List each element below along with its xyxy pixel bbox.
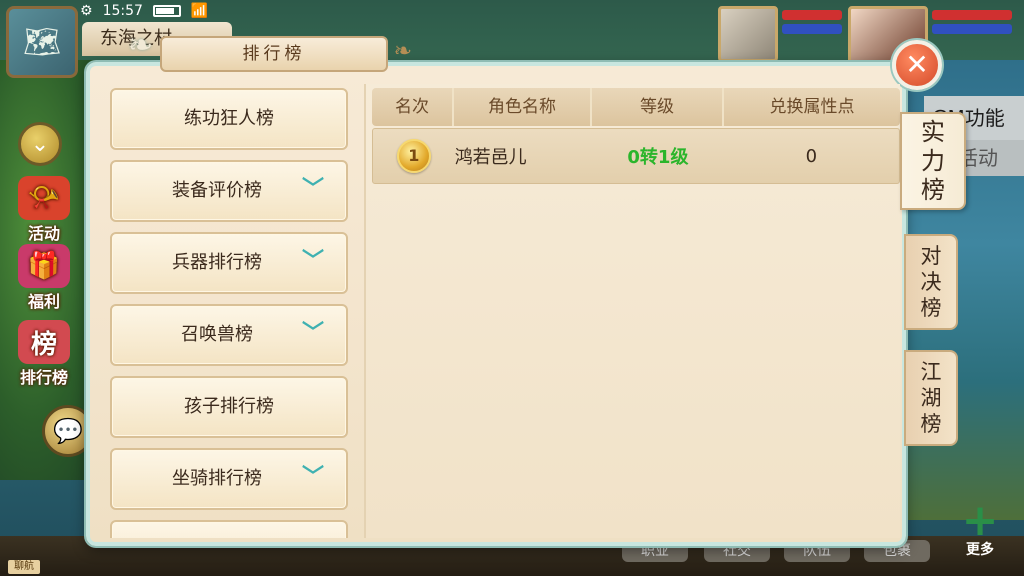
welfare-label: 福利 [27, 292, 60, 311]
plus-icon: + [961, 495, 999, 546]
pet-avatar[interactable] [718, 6, 778, 62]
column-header-rank: 名次 [372, 88, 454, 126]
horn-icon: 📯 [18, 176, 70, 220]
tab-label: 对决榜 [920, 244, 942, 320]
category-item-mount[interactable]: 坐骑排行榜 ﹀ [110, 448, 348, 510]
column-header-points: 兑换属性点 [769, 97, 855, 117]
category-item-child[interactable]: 孩子排行榜 [110, 376, 348, 438]
wifi-icon: 📶 [190, 3, 209, 19]
tab-strength[interactable]: 实力榜 [900, 112, 966, 210]
category-item-weapon[interactable]: 兵器排行榜 ﹀ [110, 232, 348, 294]
category-list: 练功狂人榜 装备评价榜 ﹀ 兵器排行榜 ﹀ 召唤兽榜 ﹀ 孩子排行榜 坐骑排行榜… [110, 88, 350, 538]
pet-status-bars [782, 10, 842, 34]
rank-cell: 1 [373, 139, 455, 173]
player-points: 0 [805, 145, 818, 167]
category-label: 孩子排行榜 [184, 396, 274, 417]
map-icon[interactable]: 🗺 [6, 6, 78, 78]
hero-status-bars [932, 10, 1012, 34]
more-label: 更多 [966, 542, 994, 558]
ranking-table: 名次 角色名称 等级 兑换属性点 1 鸿若邑儿 0转1级 0 [364, 84, 900, 538]
category-item-training[interactable]: 练功狂人榜 [110, 88, 348, 150]
table-row[interactable]: 1 鸿若邑儿 0转1级 0 [372, 128, 900, 184]
collapse-toggle-icon[interactable]: ⌄ [18, 122, 62, 166]
activity-button[interactable]: 📯 活动 [8, 172, 80, 244]
category-item-partial[interactable] [110, 520, 348, 538]
chevron-down-icon[interactable]: ﹀ [300, 467, 326, 489]
tab-label: 江湖榜 [920, 360, 942, 436]
category-label: 兵器排行榜 [172, 252, 262, 273]
level-text: 0转1级 [627, 147, 689, 168]
player-level: 0转1级 [592, 143, 724, 169]
settings-icon[interactable]: ⚙ [80, 3, 93, 19]
more-button[interactable]: + 更多 [950, 495, 1010, 560]
category-label: 坐骑排行榜 [172, 468, 262, 489]
tab-label: 实力榜 [921, 117, 945, 204]
corner-tag: 聊航 [8, 560, 40, 574]
chevron-down-icon[interactable]: ﹀ [300, 179, 326, 201]
column-header-name: 角色名称 [454, 88, 592, 126]
battery-icon [152, 5, 181, 17]
column-header-level: 等级 [592, 88, 724, 126]
player-name: 鸿若邑儿 [454, 147, 527, 168]
gold-medal-icon: 1 [396, 139, 431, 173]
category-label: 练功狂人榜 [184, 108, 274, 129]
category-item-equipment[interactable]: 装备评价榜 ﹀ [110, 160, 348, 222]
ranking-icon: 榜 [18, 320, 70, 364]
chevron-down-icon[interactable]: ﹀ [300, 323, 326, 345]
close-icon[interactable]: ✕ [892, 40, 942, 90]
gift-icon: 🎁 [18, 244, 70, 288]
panel-title: 排行榜 [128, 30, 416, 72]
table-header: 名次 角色名称 等级 兑换属性点 [372, 88, 900, 126]
status-bar: ⚙ 15:57 📶 [80, 0, 208, 22]
tab-duel[interactable]: 对决榜 [904, 234, 958, 330]
clock-time: 15:57 [102, 3, 143, 19]
chevron-down-icon[interactable]: ﹀ [300, 251, 326, 273]
category-label: 装备评价榜 [172, 180, 262, 201]
ranking-label: 排行榜 [19, 368, 68, 387]
category-label: 召唤兽榜 [181, 324, 253, 345]
category-item-summon[interactable]: 召唤兽榜 ﹀ [110, 304, 348, 366]
welfare-button[interactable]: 🎁 福利 [8, 240, 80, 312]
tab-jianghu[interactable]: 江湖榜 [904, 350, 958, 446]
ranking-button[interactable]: 榜 排行榜 [8, 316, 80, 388]
